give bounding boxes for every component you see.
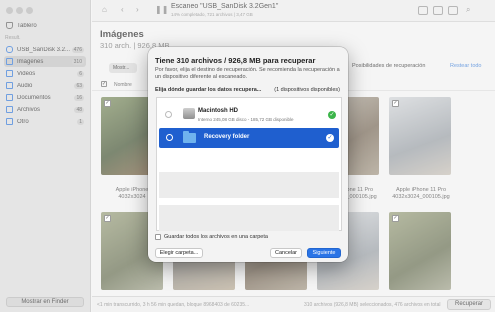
radio-button[interactable] <box>165 111 172 118</box>
next-button[interactable]: Siguiente <box>307 248 341 258</box>
destination-row-recovery-folder[interactable]: Recovery folder ✓ <box>159 128 339 148</box>
save-all-in-folder-label: Guardar todos los archivos en una carpet… <box>164 234 268 240</box>
device-detail: Interno 245,08 GB disco - 185,72 GB disp… <box>198 117 294 122</box>
cancel-button[interactable]: Cancelar <box>270 248 302 258</box>
destination-list: Macintosh HD Interno 245,08 GB disco - 1… <box>156 97 342 231</box>
dialog-description: Por favor, elija el destino de recuperac… <box>155 67 340 80</box>
empty-slot <box>159 172 339 198</box>
empty-slot <box>159 205 339 231</box>
destination-label: Elija dónde guardar los datos recupera..… <box>155 87 262 93</box>
hard-drive-icon <box>183 108 195 119</box>
destination-row-macintosh-hd[interactable]: Macintosh HD Interno 245,08 GB disco - 1… <box>157 104 341 126</box>
radio-button-selected[interactable] <box>166 134 173 141</box>
device-name: Recovery folder <box>204 134 250 140</box>
check-circle-icon: ✓ <box>326 134 334 142</box>
check-circle-icon: ✓ <box>328 111 336 119</box>
recovery-destination-dialog: Tiene 310 archivos / 926,8 MB para recup… <box>148 47 348 262</box>
save-all-in-folder-checkbox[interactable] <box>155 234 161 240</box>
devices-available-text: (1 dispositivos disponibles) <box>274 87 340 93</box>
device-name: Macintosh HD <box>198 108 239 114</box>
folder-icon <box>183 131 196 143</box>
dialog-title: Tiene 310 archivos / 926,8 MB para recup… <box>155 56 316 65</box>
choose-folder-button[interactable]: Elegir carpeta... <box>155 248 203 258</box>
